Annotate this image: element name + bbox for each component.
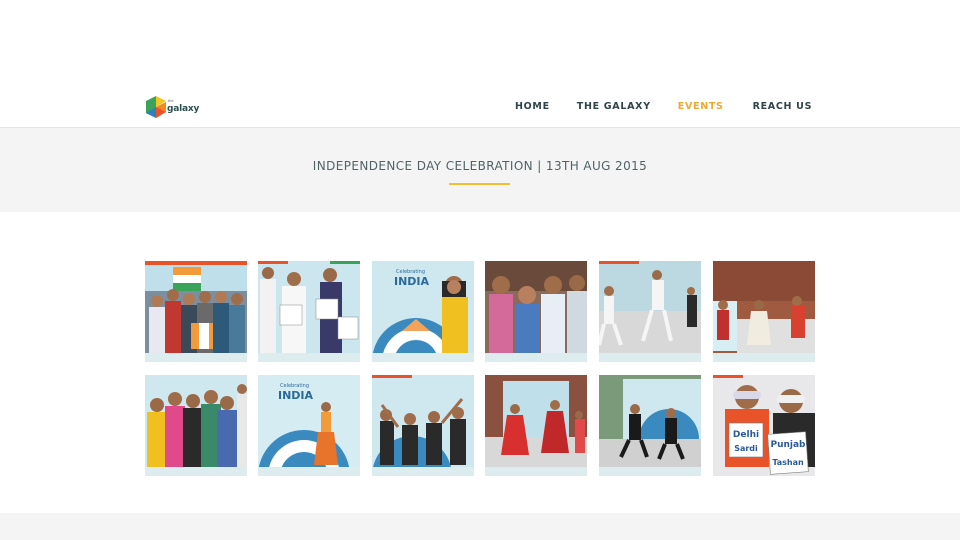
site-header: the galaxy HOME THE GALAXY EVENTS REACH … bbox=[0, 0, 960, 128]
galaxy-logo-icon bbox=[146, 96, 166, 118]
nav-reach-us[interactable]: REACH US bbox=[753, 101, 813, 112]
photo-dancers-red-dresses[interactable] bbox=[485, 375, 587, 476]
nav-the-galaxy[interactable]: THE GALAXY bbox=[577, 101, 651, 112]
main-nav: HOME THE GALAXY EVENTS REACH US bbox=[515, 101, 812, 112]
photo-woman-singing-microphone[interactable]: Celebrating INDIA bbox=[372, 261, 474, 362]
photo-gallery: Celebrating INDIA Celebrating INDIA Delh… bbox=[145, 261, 815, 476]
svg-text:INDIA: INDIA bbox=[394, 275, 430, 288]
nav-events[interactable]: EVENTS bbox=[678, 101, 724, 112]
svg-text:Sardi: Sardi bbox=[734, 444, 758, 453]
photo-dancers-white[interactable] bbox=[599, 261, 701, 362]
logo-wordmark: galaxy bbox=[167, 104, 200, 114]
svg-text:Delhi: Delhi bbox=[733, 430, 759, 440]
page-title: INDEPENDENCE DAY CELEBRATION | 13TH AUG … bbox=[312, 159, 648, 173]
title-underline bbox=[449, 183, 510, 185]
photo-group-with-flag[interactable] bbox=[145, 261, 247, 362]
photo-dancers-black[interactable] bbox=[599, 375, 701, 476]
footer-band bbox=[0, 513, 960, 540]
photo-dancer-on-stage[interactable]: Celebrating INDIA bbox=[258, 375, 360, 476]
page-title-band: INDEPENDENCE DAY CELEBRATION | 13TH AUG … bbox=[0, 128, 960, 212]
photo-assam-punjab-delhi-signs[interactable] bbox=[258, 261, 360, 362]
photo-dance-troupe[interactable] bbox=[372, 375, 474, 476]
nav-home[interactable]: HOME bbox=[515, 101, 550, 112]
events-page: the galaxy HOME THE GALAXY EVENTS REACH … bbox=[0, 0, 960, 540]
photo-stage-performance[interactable] bbox=[713, 261, 815, 362]
logo-small-text: the bbox=[168, 98, 174, 103]
svg-text:Tashan: Tashan bbox=[772, 458, 804, 467]
photo-delhi-ki-sardi-punjab-ka-tashan[interactable]: Delhi Sardi Punjab Tashan bbox=[713, 375, 815, 476]
svg-text:Punjab: Punjab bbox=[770, 440, 806, 450]
svg-text:INDIA: INDIA bbox=[278, 389, 314, 402]
photo-selfie-group[interactable] bbox=[485, 261, 587, 362]
photo-women-group[interactable] bbox=[145, 375, 247, 476]
galaxy-logo[interactable]: the galaxy bbox=[145, 95, 200, 121]
